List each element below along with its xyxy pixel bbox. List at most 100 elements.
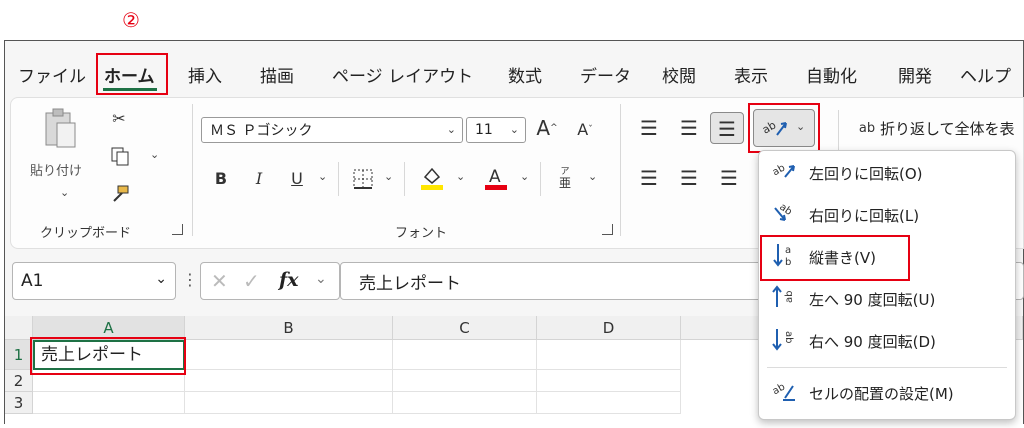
paste-icon[interactable] xyxy=(40,106,80,150)
rotate-cw-icon: ab xyxy=(759,202,809,228)
shrink-font-icon[interactable]: Aˇ xyxy=(570,118,600,142)
marker-2: ② xyxy=(122,8,140,32)
tab-automate[interactable]: 自動化 xyxy=(806,62,857,87)
orientation-menu: ab 左回りに回転(O) ab 右回りに回転(L) ab 縦書き(V) ab 左… xyxy=(758,150,1016,420)
highlight-vertical-text-item xyxy=(760,235,910,281)
border-icon[interactable] xyxy=(350,166,376,192)
cell-c3[interactable] xyxy=(393,392,537,414)
copy-icon[interactable] xyxy=(108,144,132,168)
cell-a3[interactable] xyxy=(33,392,185,414)
font-launcher-icon[interactable] xyxy=(602,224,613,235)
wrap-text-label[interactable]: 折り返して全体を表 xyxy=(880,118,1022,139)
tab-view[interactable]: 表示 xyxy=(734,62,768,87)
fill-color-dropdown-icon[interactable]: ⌄ xyxy=(456,170,465,183)
fill-color-icon[interactable] xyxy=(418,164,446,192)
font-color-dropdown-icon[interactable]: ⌄ xyxy=(520,170,529,183)
wrap-text-icon[interactable]: ab xyxy=(856,116,878,140)
column-header-c[interactable]: C xyxy=(393,316,537,340)
font-family-select[interactable]: ＭＳ Ｐゴシック ⌄ xyxy=(201,117,463,143)
menu-item-rotate-up[interactable]: ab 左へ 90 度回転(U) xyxy=(759,279,1015,319)
paste-dropdown-icon[interactable]: ⌄ xyxy=(60,186,69,199)
rotate-up-icon: ab xyxy=(759,285,809,313)
cell-d3[interactable] xyxy=(537,392,681,414)
row-header-3[interactable]: 3 xyxy=(5,392,33,414)
format-alignment-icon: ab xyxy=(759,380,809,406)
font-size-value: 11 xyxy=(475,122,493,138)
highlight-cell-a1 xyxy=(30,337,186,375)
grow-font-glyph: A xyxy=(536,116,551,140)
name-box[interactable]: A1 ⌄ xyxy=(12,262,176,300)
align-left-icon[interactable]: ☰ xyxy=(636,166,662,190)
cell-c2[interactable] xyxy=(393,370,537,392)
highlight-orientation-button xyxy=(748,103,820,153)
underline-button[interactable]: U xyxy=(286,168,308,190)
tab-file[interactable]: ファイル xyxy=(18,62,86,87)
enter-icon[interactable]: ✓ xyxy=(243,269,260,293)
tab-draw[interactable]: 描画 xyxy=(260,62,294,87)
svg-text:ab: ab xyxy=(777,202,794,218)
border-dropdown-icon[interactable]: ⌄ xyxy=(384,170,393,183)
format-painter-icon[interactable] xyxy=(108,182,132,206)
grow-font-icon[interactable]: A ^ xyxy=(532,114,562,142)
clipboard-launcher-icon[interactable] xyxy=(172,224,183,235)
menu-item-rotate-down[interactable]: ab 右へ 90 度回転(D) xyxy=(759,321,1015,361)
tab-formulas[interactable]: 数式 xyxy=(508,62,542,87)
phonetic-guide-icon[interactable]: ア亜 xyxy=(552,164,578,192)
copy-dropdown-icon[interactable]: ⌄ xyxy=(150,148,159,161)
italic-button[interactable]: I xyxy=(248,168,270,190)
svg-text:ab: ab xyxy=(771,382,787,398)
row-header-1[interactable]: 1 xyxy=(5,340,33,370)
inline-separator xyxy=(404,162,405,196)
cell-b1[interactable] xyxy=(185,340,393,370)
font-color-icon[interactable]: A xyxy=(482,164,510,192)
font-size-select[interactable]: 11 ⌄ xyxy=(466,117,526,143)
underline-dropdown-icon[interactable]: ⌄ xyxy=(318,170,327,183)
group-separator xyxy=(192,104,193,236)
align-bottom-icon: ☰ xyxy=(718,117,736,141)
tab-review[interactable]: 校閲 xyxy=(662,62,696,87)
insert-function-icon[interactable]: fx xyxy=(279,269,299,291)
cell-b3[interactable] xyxy=(185,392,393,414)
phonetic-dropdown-icon[interactable]: ⌄ xyxy=(588,170,597,183)
align-middle-icon[interactable]: ☰ xyxy=(676,116,702,140)
align-right-icon[interactable]: ☰ xyxy=(716,166,742,190)
cell-c1[interactable] xyxy=(393,340,537,370)
cancel-icon[interactable]: ✕ xyxy=(211,269,228,293)
align-top-icon[interactable]: ☰ xyxy=(636,116,662,140)
formula-bar-value: 売上レポート xyxy=(359,273,461,294)
menu-item-label: 右回りに回転(L) xyxy=(809,206,920,225)
tab-data[interactable]: データ xyxy=(580,62,631,87)
column-header-d[interactable]: D xyxy=(537,316,681,340)
menu-item-rotate-ccw[interactable]: ab 左回りに回転(O) xyxy=(759,153,1015,193)
menu-item-label: 左回りに回転(O) xyxy=(809,164,923,183)
select-all-corner[interactable] xyxy=(5,316,33,340)
name-box-value: A1 xyxy=(21,271,44,291)
align-center-icon[interactable]: ☰ xyxy=(676,166,702,190)
more-options-icon[interactable]: ⋮ xyxy=(182,270,198,289)
bold-button[interactable]: B xyxy=(210,168,232,190)
menu-item-label: セルの配置の設定(M) xyxy=(809,384,954,403)
menu-item-rotate-cw[interactable]: ab 右回りに回転(L) xyxy=(759,195,1015,235)
cut-icon[interactable]: ✂ xyxy=(108,108,130,130)
column-header-b[interactable]: B xyxy=(185,316,393,340)
row-header-2[interactable]: 2 xyxy=(5,370,33,392)
menu-item-format-alignment[interactable]: ab セルの配置の設定(M) xyxy=(759,373,1015,413)
svg-text:ab: ab xyxy=(784,291,795,303)
font-family-value: ＭＳ Ｐゴシック xyxy=(210,123,313,139)
tab-developer[interactable]: 開発 xyxy=(898,62,932,87)
chevron-down-icon[interactable]: ⌄ xyxy=(315,271,327,287)
cell-d1[interactable] xyxy=(537,340,681,370)
cell-b2[interactable] xyxy=(185,370,393,392)
tab-help[interactable]: ヘルプ xyxy=(960,62,1022,87)
align-bottom-button[interactable]: ☰ xyxy=(710,112,744,144)
cell-d2[interactable] xyxy=(537,370,681,392)
group-separator xyxy=(620,104,621,236)
paste-label[interactable]: 貼り付け xyxy=(30,160,82,179)
inline-separator xyxy=(338,162,339,196)
tab-insert[interactable]: 挿入 xyxy=(188,62,222,87)
chevron-down-icon: ⌄ xyxy=(446,123,456,136)
rotate-ccw-icon: ab xyxy=(759,161,809,185)
font-group-label: フォント xyxy=(395,226,448,241)
rotate-down-icon: ab xyxy=(759,327,809,355)
tab-page-layout[interactable]: ページ レイアウト xyxy=(332,62,473,87)
